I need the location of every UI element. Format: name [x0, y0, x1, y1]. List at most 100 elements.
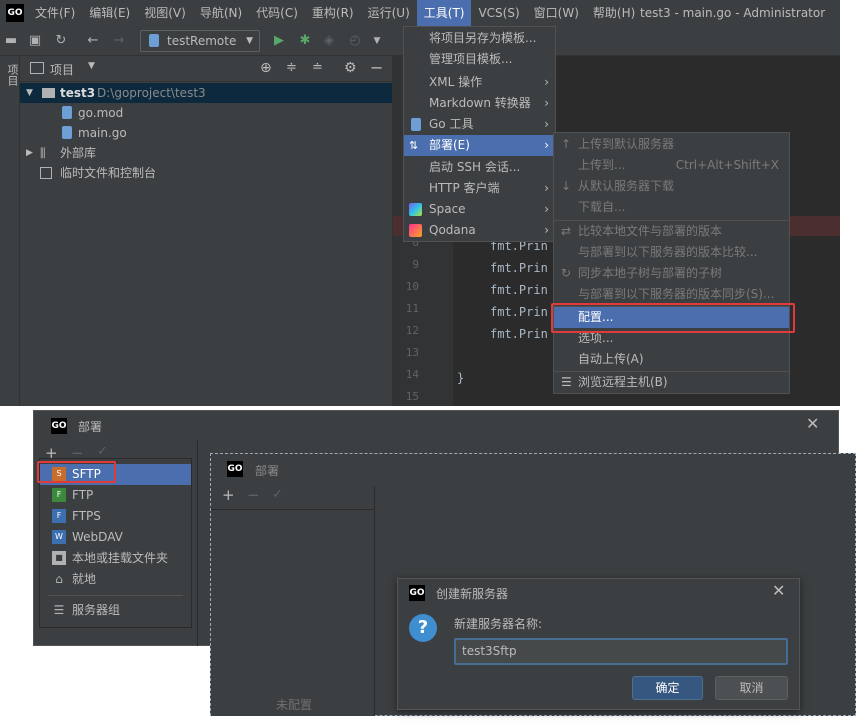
server-type-ftp[interactable]: F FTP [40, 485, 191, 506]
tools-item-xml[interactable]: XML 操作 › [404, 72, 555, 93]
tools-item-http-client[interactable]: HTTP 客户端 › [404, 178, 555, 199]
chevron-right-icon: › [544, 202, 549, 216]
deploy-item-compare-local[interactable]: ⇄ 比较本地文件与部署的版本 [554, 221, 789, 242]
add-icon[interactable]: + [222, 486, 235, 504]
ok-button[interactable]: 确定 [632, 676, 703, 700]
deploy-item-compare-server[interactable]: 与部署到以下服务器的版本比较... [554, 242, 789, 263]
tools-item-go-tools[interactable]: Go 工具 › [404, 114, 555, 135]
menu-item-label: 管理项目模板... [429, 52, 513, 66]
tree-root-row[interactable]: ▼ test3 D:\goproject\test3 [20, 83, 392, 103]
menu-navigate[interactable]: 导航(N) [193, 0, 249, 26]
file-name: go.mod [78, 106, 124, 120]
deploy-item-browse-remote[interactable]: ☰ 浏览远程主机(B) [554, 372, 789, 393]
coverage-icon[interactable]: ◈ [320, 32, 338, 50]
line-number: 13 [405, 346, 419, 359]
download-icon: ↓ [561, 179, 572, 193]
run-icon[interactable]: ▶ [270, 32, 288, 50]
menu-run[interactable]: 运行(U) [361, 0, 417, 26]
more-dropdown-icon[interactable]: ▼ [368, 32, 386, 50]
shortcut-label: Ctrl+Alt+Shift+X [675, 158, 779, 172]
check-icon[interactable]: ✓ [97, 444, 108, 459]
server-type-ftps[interactable]: F FTPS [40, 506, 191, 527]
tree-file-row[interactable]: main.go [20, 123, 392, 143]
deploy-item-upload-to[interactable]: 上传到... Ctrl+Alt+Shift+X [554, 155, 789, 176]
menu-item-label: 比较本地文件与部署的版本 [578, 224, 723, 238]
tools-item-qodana[interactable]: Qodana › [404, 220, 555, 241]
server-name-prompt: 新建服务器名称: [454, 617, 543, 631]
tools-item-space[interactable]: Space › [404, 199, 555, 220]
tools-item-deployment[interactable]: ⇅ 部署(E) › [404, 135, 555, 156]
server-type-in-place[interactable]: ⌂ 就地 [40, 569, 191, 590]
server-name-input[interactable]: test3Sftp [454, 638, 788, 665]
dialog-title: 部署 [255, 464, 280, 478]
root-path: D:\goproject\test3 [97, 86, 206, 100]
tree-external-libs-row[interactable]: ▶ ⫼ 外部库 [20, 143, 392, 163]
folder-icon [42, 88, 55, 98]
open-folder-icon[interactable]: ▬ [2, 32, 20, 50]
root-name: test3 [60, 86, 96, 100]
folder-icon: ■ [52, 551, 66, 565]
server-group-item[interactable]: ☰ 服务器组 [40, 600, 191, 621]
deploy-item-upload-default[interactable]: ↑ 上传到默认服务器 [554, 134, 789, 155]
forward-icon[interactable]: → [110, 32, 128, 50]
tree-file-row[interactable]: go.mod [20, 103, 392, 123]
menu-view[interactable]: 视图(V) [137, 0, 193, 26]
chevron-down-icon: ▼ [26, 88, 33, 98]
tools-item-ssh[interactable]: 启动 SSH 会话... [404, 157, 555, 178]
highlight-sftp-box [37, 461, 116, 483]
line-number: 15 [405, 390, 419, 403]
deploy-item-sync-server[interactable]: 与部署到以下服务器的版本同步(S)... [554, 284, 789, 305]
tree-scratches-row[interactable]: 临时文件和控制台 [20, 163, 392, 183]
server-type-webdav[interactable]: W WebDAV [40, 527, 191, 548]
menu-window[interactable]: 窗口(W) [527, 0, 586, 26]
remove-icon[interactable]: − [247, 486, 260, 504]
hide-icon[interactable]: − [370, 58, 383, 77]
deploy-item-sync-subtree[interactable]: ↻ 同步本地子树与部署的子树 [554, 263, 789, 284]
deploy-item-auto-upload[interactable]: 自动上传(A) [554, 349, 789, 370]
project-panel-title[interactable]: 项目 [50, 61, 74, 78]
menu-item-label: 下载自... [578, 200, 626, 214]
deploy-item-download-default[interactable]: ↓ 从默认服务器下载 [554, 176, 789, 197]
deploy-icon: ⇅ [409, 139, 419, 152]
expand-all-icon[interactable]: ≑ [286, 60, 297, 75]
left-tool-strip: 项目 [0, 56, 20, 406]
profile-icon[interactable]: ◴ [346, 32, 364, 50]
project-tree: ▼ test3 D:\goproject\test3 go.mod main.g… [20, 82, 392, 406]
debug-icon[interactable]: ✱ [296, 32, 314, 50]
cancel-button[interactable]: 取消 [715, 676, 788, 700]
menu-item-label: HTTP 客户端 [429, 181, 500, 195]
close-icon[interactable]: ✕ [806, 414, 819, 433]
collapse-all-icon[interactable]: ≐ [312, 60, 323, 75]
check-icon[interactable]: ✓ [272, 487, 283, 502]
go-file-icon [149, 34, 159, 47]
run-config-selector[interactable]: testRemote ▼ [140, 30, 260, 52]
sync-icon[interactable]: ↻ [52, 32, 70, 50]
tools-item-save-template[interactable]: 将项目另存为模板... [404, 28, 555, 49]
chevron-down-icon[interactable]: ▼ [88, 61, 95, 71]
menu-code[interactable]: 代码(C) [249, 0, 305, 26]
highlight-configure-box [551, 303, 795, 333]
menu-item-label: XML 操作 [429, 75, 483, 89]
server-type-local-folder[interactable]: ■ 本地或挂载文件夹 [40, 548, 191, 569]
tools-item-manage-templates[interactable]: 管理项目模板... [404, 49, 555, 70]
project-strip-tab[interactable]: 项目 [4, 64, 20, 86]
dialog-title-bar: GO 部署 ✕ [34, 411, 838, 441]
go-icon [411, 118, 421, 131]
menu-item-label: 上传到默认服务器 [578, 137, 675, 151]
deploy-item-download-from[interactable]: 下载自... [554, 197, 789, 218]
back-icon[interactable]: ← [84, 32, 102, 50]
ide-window: GO 文件(F) 编辑(E) 视图(V) 导航(N) 代码(C) 重构(R) 运… [0, 0, 840, 406]
menu-file[interactable]: 文件(F) [28, 0, 82, 26]
menu-refactor[interactable]: 重构(R) [305, 0, 361, 26]
tools-item-markdown[interactable]: Markdown 转换器 › [404, 93, 555, 114]
menu-item-label: 浏览远程主机(B) [578, 375, 668, 389]
save-icon[interactable]: ▣ [26, 32, 44, 50]
menu-help[interactable]: 帮助(H) [586, 0, 642, 26]
menu-edit[interactable]: 编辑(E) [82, 0, 137, 26]
gear-icon[interactable]: ⚙ [344, 60, 357, 76]
close-icon[interactable]: ✕ [772, 581, 785, 600]
project-panel-header: 项目 ▼ ⊕ ≑ ≐ ⚙ − [20, 56, 392, 82]
locate-icon[interactable]: ⊕ [260, 60, 272, 76]
menu-vcs[interactable]: VCS(S) [471, 0, 526, 26]
menu-tools[interactable]: 工具(T) [416, 0, 472, 26]
